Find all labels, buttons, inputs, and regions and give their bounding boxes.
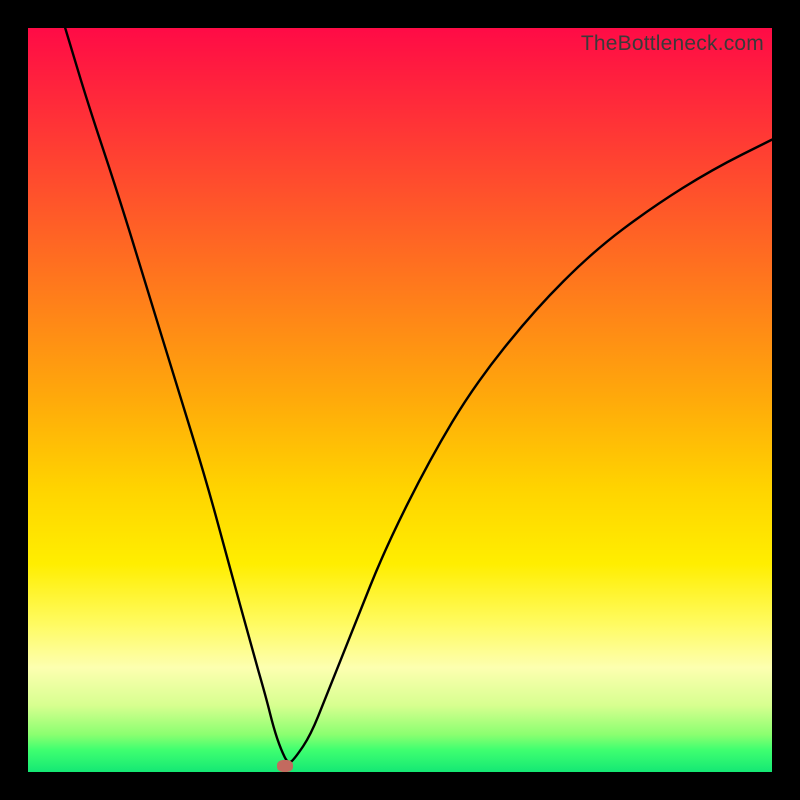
plot-area: TheBottleneck.com [28,28,772,772]
curve-svg [28,28,772,772]
bottleneck-curve-path [65,28,772,762]
watermark-text: TheBottleneck.com [581,32,764,56]
chart-frame: TheBottleneck.com [0,0,800,800]
optimal-marker [277,760,293,772]
